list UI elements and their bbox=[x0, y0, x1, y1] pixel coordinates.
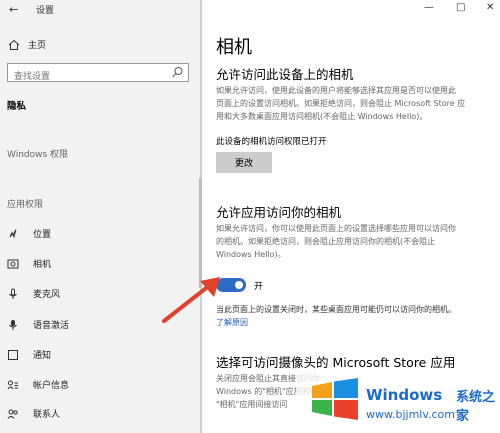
location-icon bbox=[9, 228, 17, 238]
sidebar-item-label: 帐户信息 bbox=[33, 381, 70, 391]
sidebar-item-label: 语音激活 bbox=[33, 321, 70, 331]
close-icon[interactable]: ✕ bbox=[486, 2, 494, 13]
search-box[interactable] bbox=[7, 63, 189, 85]
section-windows-permissions: Windows 权限 bbox=[7, 150, 69, 160]
watermark-brand: Windows bbox=[366, 386, 443, 404]
minimize-icon[interactable]: — bbox=[424, 2, 434, 13]
watermark-site-name: 系统之家 bbox=[456, 390, 496, 424]
title-bar: ← 设置 bbox=[0, 0, 202, 18]
microphone-icon bbox=[9, 288, 17, 299]
description-line: 页面上的设置访问相机。如果拒绝访问，则会阻止 Microsoft Store 应 bbox=[216, 99, 466, 108]
desktop-apps-note: 当此页面上的设置关闭时，某些桌面应用可能仍可以访问你的相机。 bbox=[216, 305, 456, 314]
description-line: 用和大多数桌面应用访问相机(不会阻止 Windows Hello)。 bbox=[216, 112, 428, 121]
device-access-heading: 允许访问此设备上的相机 bbox=[216, 67, 354, 82]
toggle-state-label: 开 bbox=[254, 282, 264, 292]
sidebar-item-account-info[interactable]: 帐户信息 bbox=[7, 378, 69, 391]
account-info-icon bbox=[7, 380, 18, 389]
sidebar-item-voice-activation[interactable]: 语音激活 bbox=[7, 318, 69, 331]
notification-icon bbox=[8, 349, 18, 360]
description-line: 的相机。如果拒绝访问，则会阻止应用访问你的相机(不会阻止 bbox=[216, 237, 436, 246]
section-privacy: 隐私 bbox=[7, 101, 27, 112]
sidebar-item-home[interactable]: 主页 bbox=[8, 38, 46, 51]
maximize-icon[interactable]: □ bbox=[456, 2, 465, 13]
description-line: 如果允许访问，使用此设备的用户将能够选择其应用是否可以使用此 bbox=[216, 86, 456, 95]
device-access-status: 此设备的相机访问权限已打开 bbox=[216, 137, 327, 147]
voice-activation-icon bbox=[9, 319, 17, 330]
sidebar-item-microphone[interactable]: 麦克风 bbox=[7, 287, 60, 300]
camera-icon bbox=[7, 259, 19, 268]
app-title: 设置 bbox=[36, 6, 55, 16]
sidebar-item-camera[interactable]: 相机 bbox=[7, 257, 51, 270]
sidebar-item-label: 相机 bbox=[33, 260, 52, 270]
sidebar-item-contacts[interactable]: 联系人 bbox=[7, 407, 60, 420]
toggle-knob bbox=[235, 281, 243, 289]
description-line: 如果允许访问，你可以使用此页面上的设置选择哪些应用可以访问你 bbox=[216, 224, 456, 233]
contacts-icon bbox=[7, 409, 18, 419]
sidebar-item-location[interactable]: 位置 bbox=[7, 227, 51, 240]
sidebar-item-label: 位置 bbox=[33, 230, 52, 240]
page-title: 相机 bbox=[216, 37, 252, 58]
search-icon[interactable] bbox=[171, 66, 184, 79]
sidebar-item-notifications[interactable]: 通知 bbox=[7, 348, 51, 361]
app-access-heading: 允许应用访问你的相机 bbox=[216, 205, 342, 220]
sidebar-item-label: 通知 bbox=[33, 351, 52, 361]
change-button[interactable]: 更改 bbox=[216, 152, 272, 173]
sidebar-item-label: 联系人 bbox=[33, 410, 61, 420]
app-access-description: 如果允许访问，你可以使用此页面上的设置选择哪些应用可以访问你 的相机。如果拒绝访… bbox=[216, 222, 494, 261]
sidebar-item-label: 麦克风 bbox=[33, 290, 61, 300]
watermark-url: www.bjjmlv.com bbox=[366, 408, 455, 421]
red-arrow-annotation bbox=[162, 277, 220, 323]
description-line: Windows Hello)。 bbox=[216, 250, 286, 259]
search-input[interactable] bbox=[8, 69, 170, 85]
sidebar: ← 设置 主页 隐私 Windows 权限 应用权限 位置 相机 bbox=[0, 0, 202, 433]
back-arrow-icon[interactable]: ← bbox=[9, 3, 18, 16]
home-icon bbox=[8, 39, 20, 50]
home-label: 主页 bbox=[28, 41, 47, 51]
device-access-description: 如果允许访问，使用此设备的用户将能够选择其应用是否可以使用此 页面上的设置访问相… bbox=[216, 84, 494, 123]
section-app-permissions: 应用权限 bbox=[7, 200, 44, 210]
